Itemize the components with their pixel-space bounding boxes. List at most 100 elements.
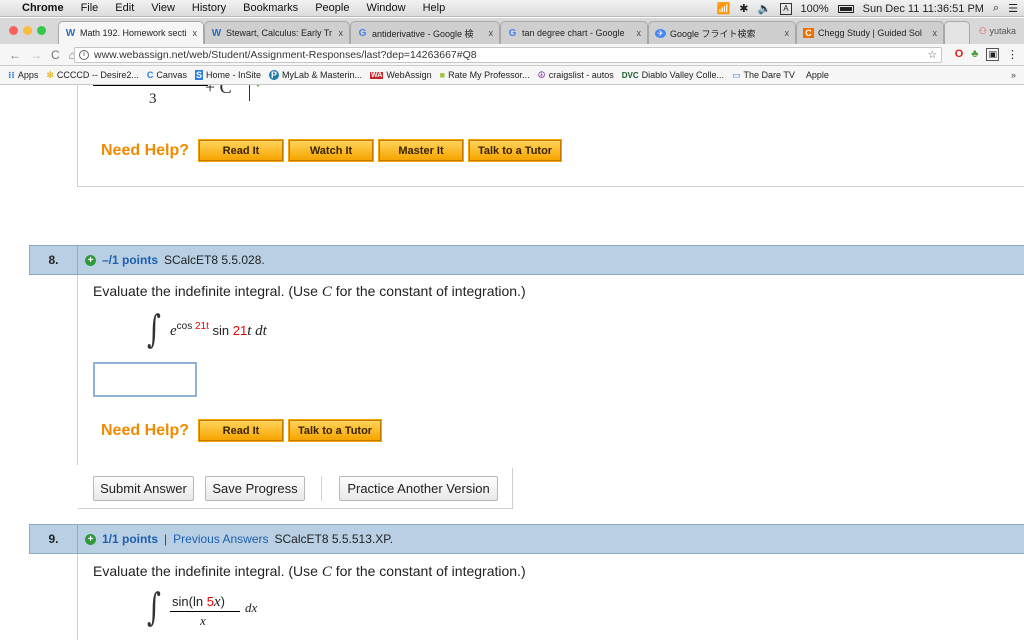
menu-history[interactable]: History: [192, 2, 226, 14]
menu-help[interactable]: Help: [423, 2, 446, 14]
flights-icon: ✈: [655, 28, 666, 38]
menu-edit[interactable]: Edit: [115, 2, 134, 14]
bookmark-label: Canvas: [156, 70, 187, 80]
bookmark-dare-tv[interactable]: ▭ The Dare TV: [732, 70, 795, 81]
opera-icon[interactable]: O: [955, 48, 964, 61]
bookmark-mylab[interactable]: P MyLab & Masterin...: [268, 70, 363, 80]
bookmarks-bar: ⁝⁝ Apps ✻ CCCCD -- Desire2... C Canvas S Hom…: [0, 66, 1024, 85]
dvc-icon: DVC: [621, 70, 639, 80]
chrome-menu-icon[interactable]: ⋮: [1007, 48, 1018, 61]
bookmark-ccccd[interactable]: ✻ CCCCD -- Desire2...: [46, 70, 139, 81]
extension-icon[interactable]: ♣: [971, 48, 978, 61]
zoom-window-icon[interactable]: [37, 26, 46, 35]
prompt-text: for the constant of integration.): [331, 283, 526, 299]
bookmark-label: Apple: [805, 70, 829, 80]
menu-file[interactable]: File: [81, 2, 99, 14]
bookmark-ratemyprofessor[interactable]: ■ Rate My Professor...: [440, 70, 530, 80]
craigslist-icon: ☮: [537, 69, 546, 80]
close-tab-icon[interactable]: x: [933, 28, 938, 38]
bookmark-star-icon[interactable]: ☆: [928, 49, 937, 61]
bluetooth-icon[interactable]: ✱: [739, 2, 748, 15]
tab-stewart-calculus[interactable]: W Stewart, Calculus: Early Tr x: [204, 21, 350, 44]
battery-icon[interactable]: [837, 4, 854, 13]
mac-menubar: Chrome File Edit View History Bookmarks …: [0, 0, 1024, 17]
close-tab-icon[interactable]: x: [785, 28, 790, 38]
bookmark-apple[interactable]: Apple: [803, 70, 829, 80]
extension-box-icon[interactable]: ▣: [986, 48, 999, 61]
fraction-bar: [93, 85, 208, 86]
volume-icon[interactable]: 🔈: [757, 2, 771, 15]
minimize-window-icon[interactable]: [23, 26, 32, 35]
q8-help-row: Need Help? Read It Talk to a Tutor: [101, 419, 387, 442]
bookmark-canvas[interactable]: C Canvas: [147, 70, 187, 80]
bookmark-webassign[interactable]: WA WebAssign: [370, 70, 432, 80]
google-icon: G: [508, 27, 517, 39]
watch-it-button[interactable]: Watch It: [288, 139, 375, 162]
expr-sin-ln: sin(ln: [172, 594, 207, 609]
tab-antiderivative[interactable]: G antiderivative - Google 検 x: [350, 21, 500, 44]
practice-another-version-button[interactable]: Practice Another Version: [339, 476, 498, 501]
tab-label: Google フライト検索: [670, 28, 756, 39]
reload-icon[interactable]: C: [51, 48, 60, 62]
menu-people[interactable]: People: [315, 2, 349, 14]
extensions: O ♣ ▣ ⋮: [955, 48, 1018, 61]
header-separator: |: [164, 532, 168, 546]
bookmark-label: Rate My Professor...: [448, 70, 530, 80]
talk-to-tutor-button[interactable]: Talk to a Tutor: [288, 419, 383, 442]
bookmark-label: MyLab & Masterin...: [282, 70, 363, 80]
menu-app-name[interactable]: Chrome: [22, 2, 64, 14]
close-window-icon[interactable]: [9, 26, 18, 35]
info-icon[interactable]: i: [79, 50, 89, 60]
question-points: 1/1 points: [102, 532, 159, 546]
profile-button[interactable]: ⚇ yutaka: [979, 26, 1016, 37]
close-tab-icon[interactable]: x: [339, 28, 344, 38]
close-tab-icon[interactable]: x: [193, 28, 198, 38]
q8-integrand: ecos 21t sin 21t dt: [170, 321, 267, 340]
read-it-button[interactable]: Read It: [198, 139, 285, 162]
tab-math192[interactable]: W Math 192. Homework secti x: [58, 21, 204, 44]
new-tab-button[interactable]: [944, 21, 970, 44]
notification-center-icon[interactable]: ☰: [1008, 2, 1018, 15]
insite-icon: S: [194, 70, 203, 80]
bookmark-craigslist[interactable]: ☮ craigslist - autos: [538, 70, 614, 81]
menu-window[interactable]: Window: [366, 2, 405, 14]
tab-label: antiderivative - Google 検: [372, 28, 474, 39]
tab-tan-degree-chart[interactable]: G tan degree chart - Google x: [500, 21, 648, 44]
canvas-icon: C: [146, 70, 154, 80]
question-points: –/1 points: [102, 253, 159, 267]
tab-chegg-study[interactable]: C Chegg Study | Guided Sol x: [796, 21, 944, 44]
close-tab-icon[interactable]: x: [489, 28, 494, 38]
spotlight-icon[interactable]: ⌕: [993, 2, 999, 15]
clock[interactable]: Sun Dec 11 11:36:51 PM: [863, 3, 984, 15]
bookmarks-overflow-icon[interactable]: »: [1011, 70, 1016, 80]
bookmark-dvc[interactable]: DVC Diablo Valley Colle...: [622, 70, 724, 80]
save-progress-button[interactable]: Save Progress: [205, 476, 305, 501]
expand-plus-icon[interactable]: +: [85, 533, 96, 545]
talk-to-tutor-button[interactable]: Talk to a Tutor: [468, 139, 563, 162]
previous-answers-link[interactable]: Previous Answers: [173, 532, 268, 546]
prompt-text: for the constant of integration.): [331, 563, 526, 579]
wifi-icon[interactable]: 📶: [717, 2, 731, 15]
rmp-icon: ■: [439, 70, 446, 80]
integral-sign-icon: ∫: [146, 307, 161, 351]
menu-bookmarks[interactable]: Bookmarks: [243, 2, 298, 14]
expr-coefficient: 21: [232, 323, 248, 338]
read-it-button[interactable]: Read It: [198, 419, 285, 442]
answer-input[interactable]: [93, 362, 197, 397]
expr-exponent-value: 21t: [195, 321, 209, 332]
address-bar[interactable]: i www.webassign.net/web/Student/Assignme…: [74, 47, 942, 63]
bookmark-apps[interactable]: ⁝⁝ Apps: [8, 70, 38, 81]
input-source-badge[interactable]: A: [780, 2, 792, 15]
chegg-icon: C: [803, 28, 814, 38]
back-icon[interactable]: ←: [9, 48, 21, 62]
bookmark-insite[interactable]: S Home - InSite: [194, 70, 261, 80]
forward-icon[interactable]: →: [30, 48, 42, 62]
master-it-button[interactable]: Master It: [378, 139, 465, 162]
tab-label: Stewart, Calculus: Early Tr: [226, 28, 333, 38]
menu-view[interactable]: View: [151, 2, 175, 14]
submit-answer-button[interactable]: Submit Answer: [93, 476, 194, 501]
expand-plus-icon[interactable]: +: [85, 254, 96, 266]
tab-google-flights[interactable]: ✈ Google フライト検索 x: [648, 21, 796, 44]
question-8-header: 8. + –/1 points SCalcET8 5.5.028.: [29, 245, 1024, 275]
close-tab-icon[interactable]: x: [637, 28, 642, 38]
